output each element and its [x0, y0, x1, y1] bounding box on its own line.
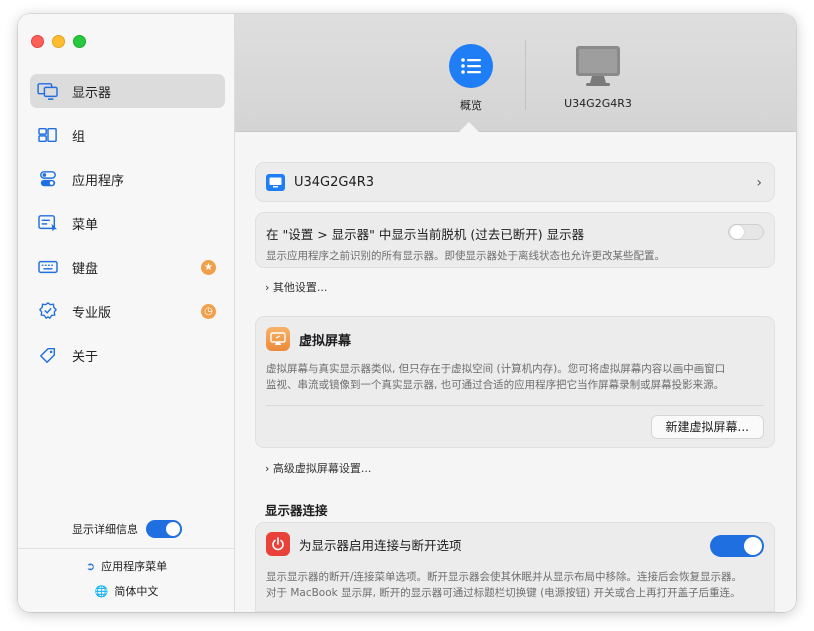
- chevron-right-icon: ›: [756, 175, 762, 191]
- card-divider: [266, 405, 764, 406]
- tab-overview[interactable]: 概览: [431, 44, 511, 113]
- app-menu-label: 应用程序菜单: [101, 560, 168, 573]
- tab-divider: [525, 40, 526, 110]
- virtual-screen-title: 虚拟屏幕: [299, 333, 352, 349]
- language-link[interactable]: 🌐 简体中文: [18, 583, 235, 599]
- app-menu-link[interactable]: ➲ 应用程序菜单: [18, 558, 235, 574]
- sidebar-item-label: 组: [72, 129, 86, 145]
- sidebar-item-label: 应用程序: [72, 173, 125, 189]
- sidebar-item-keyboard[interactable]: 键盘 ★: [30, 250, 225, 284]
- connection-section-title: 显示器连接: [265, 503, 328, 518]
- clock-icon: ◷: [201, 304, 216, 319]
- accessibility-icon: ★: [201, 260, 216, 275]
- sidebar-item-menu[interactable]: 菜单: [30, 206, 225, 240]
- advanced-virtual-label: 高级虚拟屏幕设置...: [272, 462, 372, 475]
- chevron-right-icon: ›: [265, 281, 270, 294]
- sidebar-item-label: 专业版: [72, 305, 112, 321]
- connection-title: 为显示器启用连接与断开选项: [299, 537, 462, 553]
- menu-icon: [36, 213, 60, 233]
- sidebar-item-label: 键盘: [72, 261, 99, 277]
- display-icon: [36, 81, 60, 101]
- other-settings-label: 其他设置...: [272, 281, 328, 294]
- virtual-screen-card: 虚拟屏幕 虚拟屏幕与真实显示器类似, 但只存在于虚拟空间 (计算机内存)。您可将…: [255, 316, 775, 448]
- minimize-window-button[interactable]: [52, 35, 65, 48]
- sidebar-divider: [18, 548, 235, 549]
- power-icon: [266, 532, 290, 556]
- language-label: 简体中文: [114, 585, 159, 598]
- new-virtual-screen-button[interactable]: 新建虚拟屏幕...: [650, 415, 764, 439]
- offline-displays-title: 在 "设置 > 显示器" 中显示当前脱机 (过去已断开) 显示器: [266, 227, 585, 242]
- window-controls: [31, 35, 86, 48]
- sidebar-item-apps[interactable]: 应用程序: [30, 162, 225, 196]
- tab-bar: 概览 U34G2G4R3: [235, 14, 796, 133]
- show-details-label: 显示详细信息: [72, 523, 138, 536]
- sidebar-item-label: 关于: [72, 349, 99, 365]
- keyboard-icon: [36, 257, 60, 277]
- globe-icon: 🌐: [94, 584, 109, 598]
- connection-toggle[interactable]: [710, 535, 764, 557]
- connection-desc: 对于 MacBook 显示屏, 断开的显示器可通过标题栏切换键 (电源按钮) 开…: [266, 587, 741, 599]
- connection-desc: 显示显示器的断开/连接菜单选项。断开显示器会使其休眠并从显示布局中移除。连接后会…: [266, 571, 743, 583]
- sidebar-item-about[interactable]: 关于: [30, 338, 225, 372]
- chevron-right-icon: ›: [265, 462, 270, 475]
- group-icon: [36, 125, 60, 145]
- sidebar: 显示器 组 应用程序 菜单 键盘 ★ 专业版 ◷ 关于 显示详细信息 ➲ 应用程…: [18, 14, 235, 612]
- tab-label: U34G2G4R3: [564, 97, 632, 110]
- close-window-button[interactable]: [31, 35, 44, 48]
- offline-displays-card: 在 "设置 > 显示器" 中显示当前脱机 (过去已断开) 显示器 显示应用程序之…: [255, 212, 775, 268]
- show-details-toggle[interactable]: [146, 520, 182, 538]
- sidebar-item-label: 显示器: [72, 85, 112, 101]
- other-settings-expander[interactable]: › 其他设置...: [265, 279, 327, 295]
- sidebar-item-pro[interactable]: 专业版 ◷: [30, 294, 225, 328]
- offline-displays-desc: 显示应用程序之前识别的所有显示器。即使显示器处于离线状态也允许更改某些配置。: [266, 250, 665, 262]
- sidebar-nav: 显示器 组 应用程序 菜单 键盘 ★ 专业版 ◷ 关于: [30, 74, 225, 382]
- advanced-virtual-expander[interactable]: › 高级虚拟屏幕设置...: [265, 460, 371, 476]
- offline-displays-toggle[interactable]: [728, 224, 764, 240]
- virtual-screen-desc: 虚拟屏幕与真实显示器类似, 但只存在于虚拟空间 (计算机内存)。您可将虚拟屏幕内…: [266, 363, 726, 375]
- sidebar-item-label: 菜单: [72, 217, 99, 233]
- connection-card: 为显示器启用连接与断开选项 显示显示器的断开/连接菜单选项。断开显示器会使其休眠…: [255, 522, 775, 612]
- monitor-row[interactable]: U34G2G4R3 ›: [255, 162, 775, 202]
- virtual-screen-icon: [266, 327, 290, 351]
- display-icon: [266, 173, 285, 191]
- active-tab-pointer: [458, 122, 480, 133]
- app-window: 显示器 组 应用程序 菜单 键盘 ★ 专业版 ◷ 关于 显示详细信息 ➲ 应用程…: [18, 14, 796, 612]
- sidebar-item-groups[interactable]: 组: [30, 118, 225, 152]
- pro-badge-icon: [36, 301, 60, 321]
- show-details-row: 显示详细信息: [72, 520, 182, 538]
- virtual-screen-desc: 监视、串流或镜像到一个真实显示器, 也可通过合适的应用程序把它当作屏幕录制或屏幕…: [266, 379, 725, 391]
- main-pane: 概览 U34G2G4R3 U34G2G4R3 › 在 "设置 > 显示器" 中显…: [235, 14, 796, 612]
- list-icon: [449, 44, 493, 88]
- monitor-icon: [574, 44, 622, 88]
- app-icon: [36, 169, 60, 189]
- arrow-circle-icon: ➲: [85, 559, 96, 573]
- tab-label: 概览: [460, 99, 482, 112]
- sidebar-item-displays[interactable]: 显示器: [30, 74, 225, 108]
- monitor-name: U34G2G4R3: [294, 174, 375, 190]
- tag-icon: [36, 345, 60, 365]
- tab-monitor[interactable]: U34G2G4R3: [543, 44, 653, 110]
- maximize-window-button[interactable]: [73, 35, 86, 48]
